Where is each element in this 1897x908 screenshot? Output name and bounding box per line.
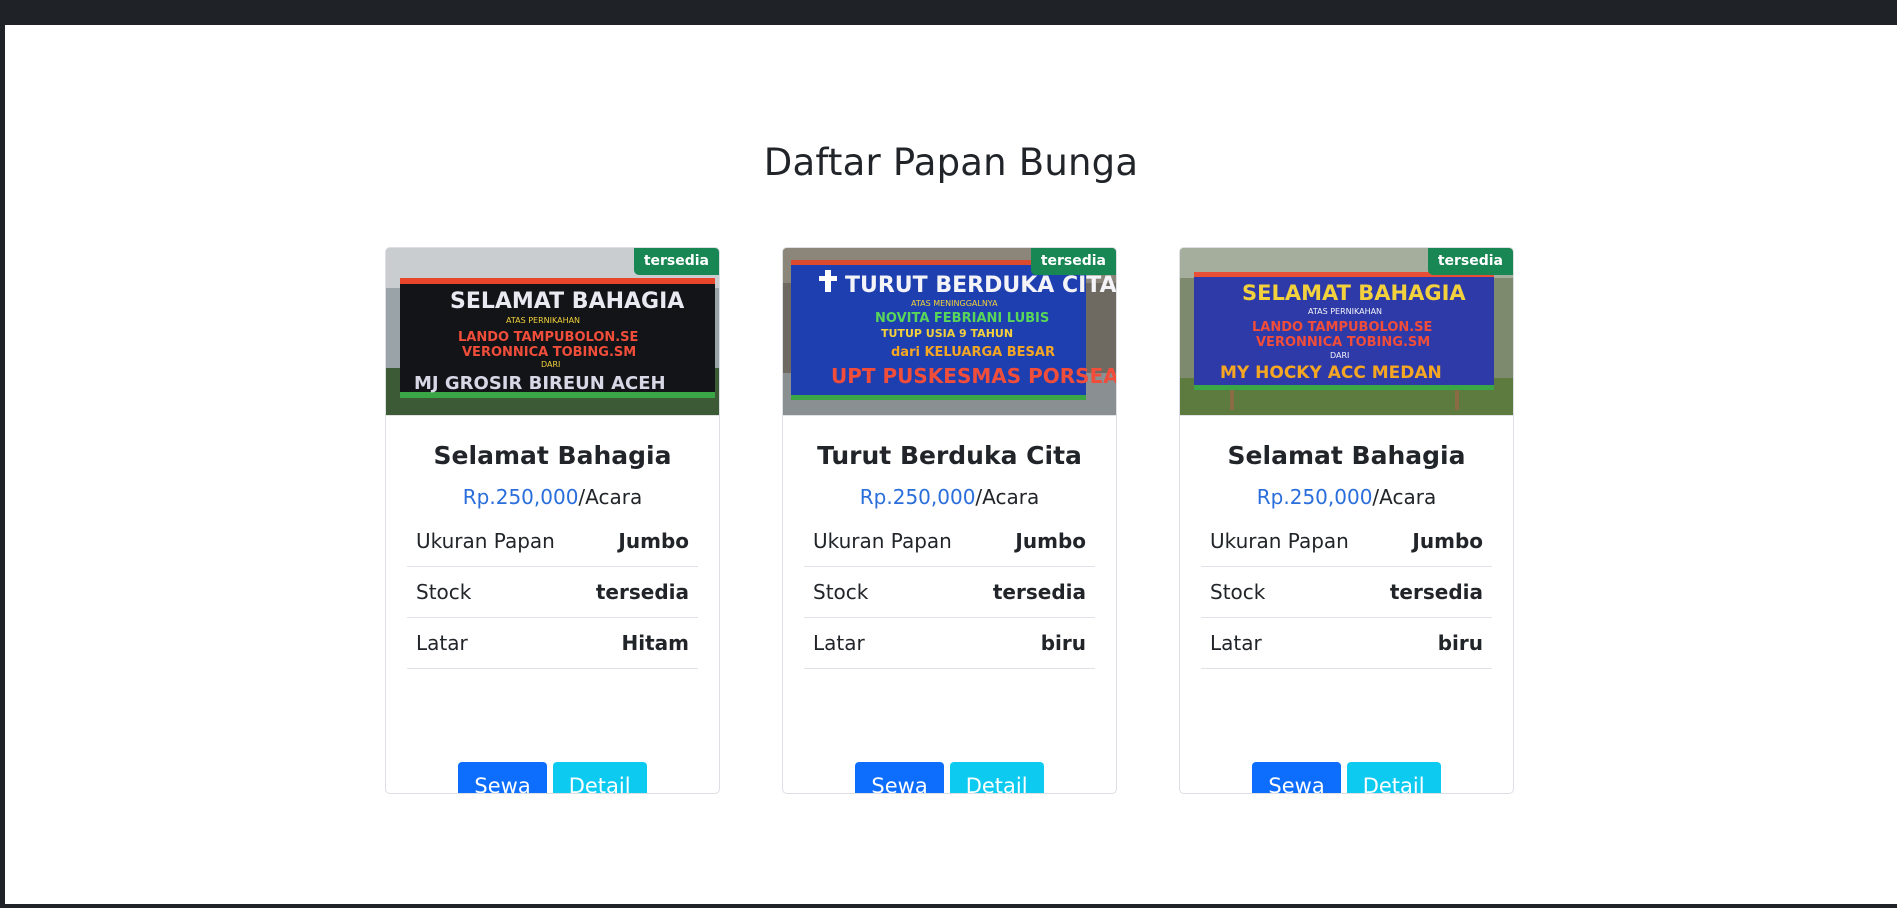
- spec-label: Ukuran Papan: [813, 529, 952, 553]
- svg-text:UPT PUSKESMAS PORSEA: UPT PUSKESMAS PORSEA: [831, 364, 1116, 388]
- svg-text:VERONNICA TOBING.SM: VERONNICA TOBING.SM: [462, 345, 636, 360]
- svg-text:MY HOCKY ACC MEDAN: MY HOCKY ACC MEDAN: [1220, 363, 1442, 383]
- spec-value: Jumbo: [1412, 529, 1483, 553]
- spec-value: Hitam: [621, 631, 690, 655]
- availability-badge: tersedia: [633, 248, 719, 275]
- svg-text:LANDO TAMPUBOLON.SE: LANDO TAMPUBOLON.SE: [458, 330, 638, 345]
- price-unit: /Acara: [975, 485, 1040, 509]
- spec-label: Stock: [1210, 580, 1266, 604]
- svg-text:TURUT BERDUKA CITA: TURUT BERDUKA CITA: [845, 273, 1116, 298]
- svg-text:ATAS PERNIKAHAN: ATAS PERNIKAHAN: [1308, 307, 1382, 316]
- rent-button[interactable]: Sewa: [1252, 762, 1341, 793]
- svg-text:DARI: DARI: [541, 360, 560, 369]
- price-amount: Rp.250,000: [859, 485, 976, 509]
- rent-button[interactable]: Sewa: [855, 762, 944, 793]
- spec-label: Ukuran Papan: [416, 529, 555, 553]
- spec-value: Jumbo: [618, 529, 689, 553]
- price-unit: /Acara: [1372, 485, 1437, 509]
- svg-text:MJ GROSIR BIREUN ACEH: MJ GROSIR BIREUN ACEH: [414, 373, 666, 394]
- card-title: Selamat Bahagia: [433, 441, 672, 470]
- spec-label: Latar: [1210, 631, 1262, 655]
- card-title: Selamat Bahagia: [1227, 441, 1466, 470]
- product-card: SELAMAT BAHAGIA ATAS PERNIKAHAN LANDO TA…: [1179, 247, 1514, 794]
- top-bar: [0, 0, 1897, 25]
- price-amount: Rp.250,000: [462, 485, 579, 509]
- svg-text:DARI: DARI: [1330, 351, 1349, 360]
- price: Rp.250,000/Acara: [783, 485, 1116, 509]
- availability-badge: tersedia: [1030, 248, 1116, 275]
- svg-text:TUTUP USIA 9 TAHUN: TUTUP USIA 9 TAHUN: [881, 327, 1013, 340]
- rent-button[interactable]: Sewa: [458, 762, 547, 793]
- spec-value: Jumbo: [1015, 529, 1086, 553]
- page-title: Daftar Papan Bunga: [763, 141, 1139, 184]
- spec-value: biru: [1040, 631, 1086, 655]
- detail-button[interactable]: Detail: [1346, 762, 1441, 793]
- spec-list: Ukuran Papan Jumbo Stock tersedia Latar …: [804, 516, 1095, 669]
- card-actions: Sewa Detail: [783, 762, 1116, 793]
- page-container: Daftar Papan Bunga SELAMAT BAHAGIA ATAS …: [5, 25, 1897, 904]
- spec-row-background: Latar biru: [804, 618, 1095, 669]
- svg-text:LANDO TAMPUBOLON.SE: LANDO TAMPUBOLON.SE: [1252, 320, 1432, 335]
- svg-text:NOVITA FEBRIANI LUBIS: NOVITA FEBRIANI LUBIS: [875, 311, 1049, 326]
- svg-text:SELAMAT BAHAGIA: SELAMAT BAHAGIA: [1242, 281, 1466, 305]
- spec-row-stock: Stock tersedia: [407, 567, 698, 618]
- spec-row-size: Ukuran Papan Jumbo: [407, 516, 698, 567]
- card-title: Turut Berduka Cita: [817, 441, 1082, 470]
- spec-label: Ukuran Papan: [1210, 529, 1349, 553]
- spec-row-size: Ukuran Papan Jumbo: [1201, 516, 1492, 567]
- spec-row-background: Latar Hitam: [407, 618, 698, 669]
- price: Rp.250,000/Acara: [1180, 485, 1513, 509]
- product-image: TURUT BERDUKA CITA ATAS MENINGGALNYA NOV…: [783, 248, 1116, 416]
- spec-value: tersedia: [1389, 580, 1483, 604]
- svg-text:dari KELUARGA BESAR: dari KELUARGA BESAR: [891, 345, 1055, 360]
- card-actions: Sewa Detail: [1180, 762, 1513, 793]
- product-image: SELAMAT BAHAGIA ATAS PERNIKAHAN LANDO TA…: [386, 248, 719, 416]
- detail-button[interactable]: Detail: [949, 762, 1044, 793]
- availability-badge: tersedia: [1427, 248, 1513, 275]
- spec-list: Ukuran Papan Jumbo Stock tersedia Latar …: [407, 516, 698, 669]
- svg-text:ATAS MENINGGALNYA: ATAS MENINGGALNYA: [911, 299, 998, 308]
- product-image: SELAMAT BAHAGIA ATAS PERNIKAHAN LANDO TA…: [1180, 248, 1513, 416]
- product-card: SELAMAT BAHAGIA ATAS PERNIKAHAN LANDO TA…: [385, 247, 720, 794]
- spec-row-background: Latar biru: [1201, 618, 1492, 669]
- spec-label: Stock: [416, 580, 472, 604]
- spec-label: Latar: [416, 631, 468, 655]
- spec-value: biru: [1437, 631, 1483, 655]
- product-card: TURUT BERDUKA CITA ATAS MENINGGALNYA NOV…: [782, 247, 1117, 794]
- spec-list: Ukuran Papan Jumbo Stock tersedia Latar …: [1201, 516, 1492, 669]
- card-actions: Sewa Detail: [386, 762, 719, 793]
- price-amount: Rp.250,000: [1256, 485, 1373, 509]
- price-unit: /Acara: [578, 485, 643, 509]
- spec-label: Latar: [813, 631, 865, 655]
- svg-text:ATAS PERNIKAHAN: ATAS PERNIKAHAN: [506, 316, 580, 325]
- svg-text:VERONNICA TOBING.SM: VERONNICA TOBING.SM: [1256, 335, 1430, 350]
- spec-value: tersedia: [595, 580, 689, 604]
- price: Rp.250,000/Acara: [386, 485, 719, 509]
- spec-label: Stock: [813, 580, 869, 604]
- spec-row-stock: Stock tersedia: [804, 567, 1095, 618]
- svg-text:SELAMAT BAHAGIA: SELAMAT BAHAGIA: [450, 289, 684, 314]
- spec-row-size: Ukuran Papan Jumbo: [804, 516, 1095, 567]
- spec-row-stock: Stock tersedia: [1201, 567, 1492, 618]
- spec-value: tersedia: [992, 580, 1086, 604]
- detail-button[interactable]: Detail: [552, 762, 647, 793]
